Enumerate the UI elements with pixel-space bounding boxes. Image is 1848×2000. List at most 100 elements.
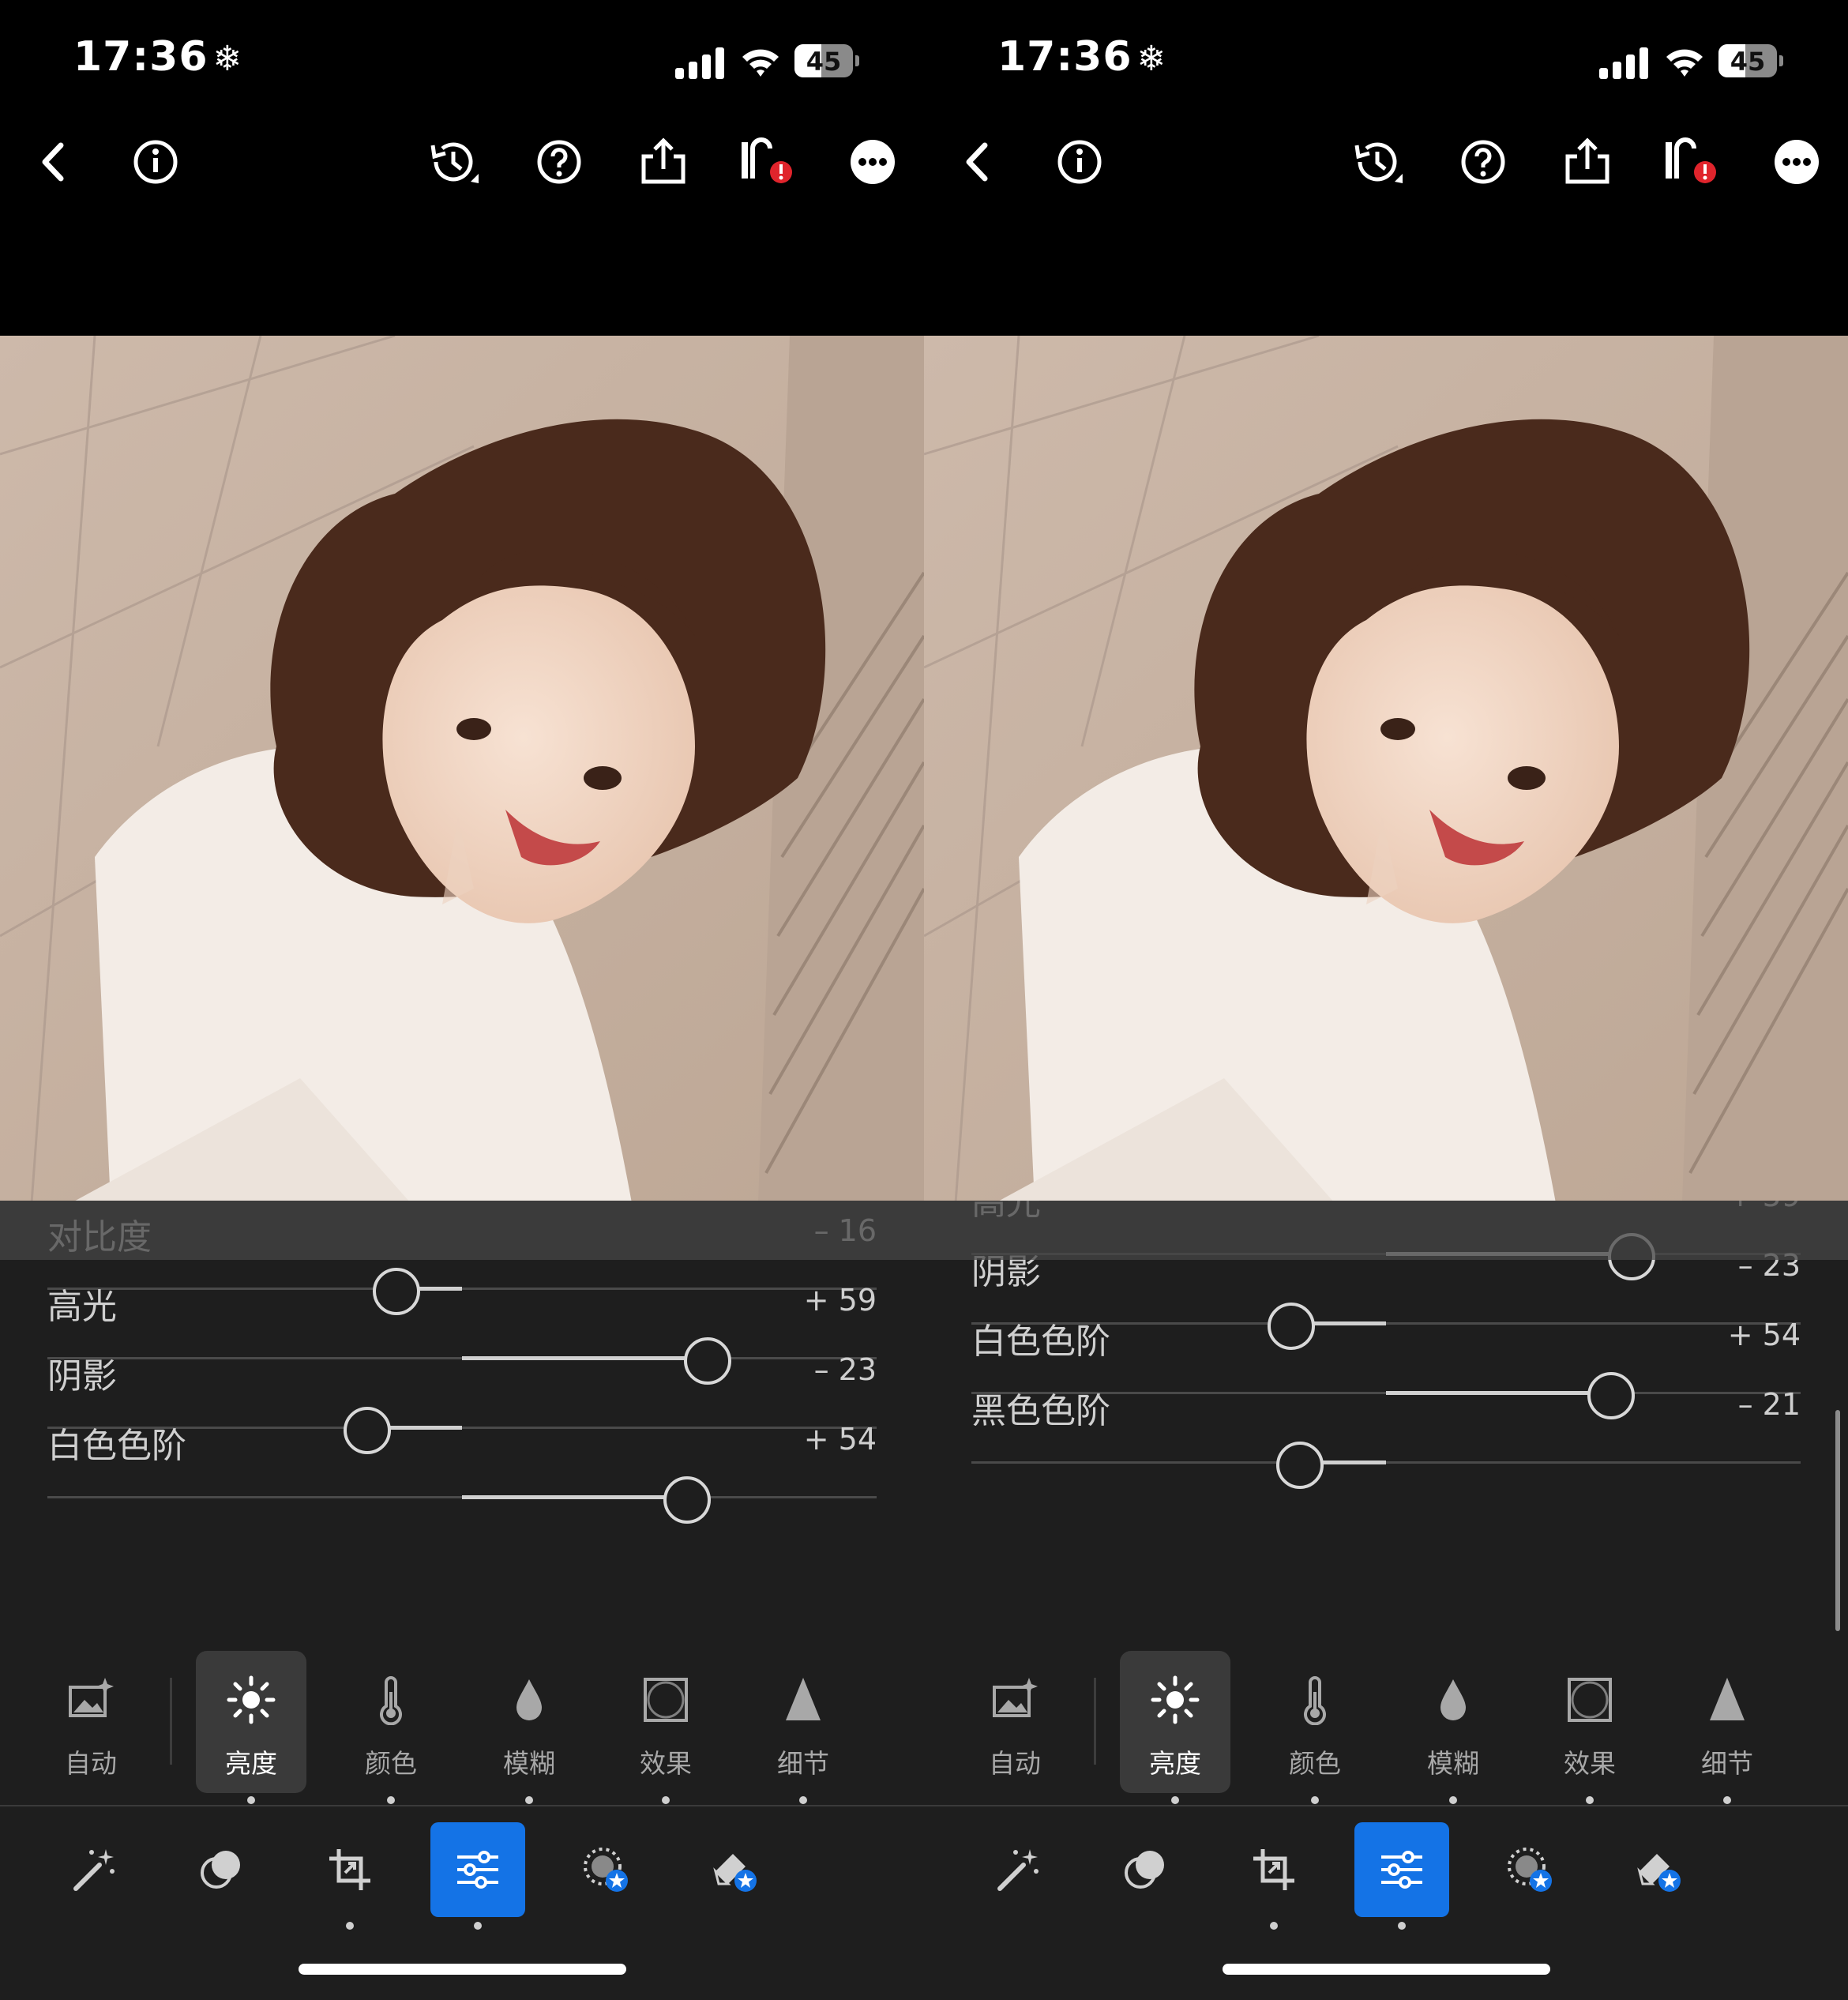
battery-icon: 45 <box>1718 44 1783 77</box>
category-separator <box>1094 1678 1096 1765</box>
detail-icon <box>778 1678 828 1728</box>
battery-level: 45 <box>806 47 842 77</box>
slider-label: 白色色阶 <box>971 1321 1110 1362</box>
category-label: 自动 <box>989 1748 1041 1779</box>
more-icon[interactable] <box>845 134 900 190</box>
category-label: 效果 <box>640 1748 692 1779</box>
help-icon[interactable] <box>1455 134 1511 190</box>
tool-dot <box>1398 1922 1406 1930</box>
masking-button[interactable] <box>1482 1822 1577 1917</box>
category-brightness[interactable]: 亮度 <box>1120 1651 1230 1804</box>
help-icon[interactable] <box>531 134 587 190</box>
category-label: 自动 <box>65 1748 117 1779</box>
auto-fix-button[interactable] <box>970 1822 1065 1917</box>
adjust-sliders-panel: 高光+ 59阴影– 23白色色阶+ 54黑色色阶– 21 <box>924 1201 1848 1643</box>
category-auto[interactable]: 自动 <box>36 1651 146 1793</box>
category-blur[interactable]: 模糊 <box>474 1651 584 1804</box>
tool-dot <box>474 1922 482 1930</box>
battery-icon: 45 <box>794 44 859 77</box>
share-icon[interactable] <box>636 134 691 190</box>
slider-value: + 54 <box>803 1422 877 1457</box>
detail-icon <box>1702 1678 1752 1728</box>
category-brightness[interactable]: 亮度 <box>196 1651 306 1804</box>
slider-d: 黑色色阶 – 21 <box>971 1378 1801 1491</box>
photo-preview[interactable] <box>0 336 924 1203</box>
wifi-icon <box>1665 44 1704 79</box>
category-label: 效果 <box>1564 1748 1616 1779</box>
slider-fill <box>462 1495 686 1499</box>
category-detail[interactable]: 细节 <box>748 1651 858 1804</box>
editor-panel-left: 17:36 ❄ 45 高光 + 59 阴影 – 23 白色色阶 + 54 自动 … <box>0 0 924 2000</box>
category-blur[interactable]: 模糊 <box>1398 1651 1508 1804</box>
slider-track[interactable] <box>971 1461 1801 1464</box>
presets-button[interactable] <box>1098 1822 1193 1917</box>
cellular-signal-icon <box>675 47 724 79</box>
cloud-error-icon[interactable] <box>1662 134 1718 190</box>
more-icon[interactable] <box>1769 134 1824 190</box>
category-label: 细节 <box>777 1748 829 1779</box>
adjust-sliders-panel: 对比度– 16高光+ 59阴影– 23白色色阶+ 54 <box>0 1201 924 1643</box>
adjust-category-bar: 自动 亮度 颜色 模糊 效果 细节 <box>924 1643 1848 1806</box>
slider-d: 白色色阶 + 54 <box>47 1412 877 1526</box>
brightness-icon <box>226 1675 276 1728</box>
category-separator <box>170 1678 172 1765</box>
brightness-icon <box>1150 1675 1200 1728</box>
healing-button[interactable] <box>1611 1822 1706 1917</box>
status-bar: 17:36 ❄ 45 <box>0 0 924 122</box>
slider-label: 阴影 <box>47 1356 117 1397</box>
category-effects[interactable]: 效果 <box>1534 1651 1645 1804</box>
color-icon <box>366 1676 416 1728</box>
category-label: 亮度 <box>225 1748 277 1779</box>
cloud-error-icon[interactable] <box>738 134 794 190</box>
category-label: 模糊 <box>1427 1748 1479 1779</box>
slider-knob[interactable] <box>663 1476 711 1524</box>
status-time-text: 17:36 <box>997 33 1132 81</box>
back-icon[interactable] <box>28 134 83 190</box>
sliders-header-fade <box>0 1201 924 1260</box>
masking-button[interactable] <box>558 1822 653 1917</box>
crop-button[interactable] <box>302 1822 397 1917</box>
category-dot <box>247 1796 255 1804</box>
category-dot <box>1723 1796 1731 1804</box>
category-dot <box>1586 1796 1594 1804</box>
category-detail[interactable]: 细节 <box>1672 1651 1782 1804</box>
category-dot <box>1171 1796 1179 1804</box>
slider-value: + 59 <box>803 1283 877 1318</box>
slider-value: – 23 <box>813 1352 877 1387</box>
category-dot <box>662 1796 670 1804</box>
slider-value: – 21 <box>1737 1387 1801 1422</box>
effects-icon <box>640 1678 691 1728</box>
healing-button[interactable] <box>687 1822 782 1917</box>
snowflake-icon: ❄ <box>1136 39 1167 79</box>
status-time: 17:36 ❄ <box>997 33 1166 81</box>
category-color[interactable]: 颜色 <box>336 1651 446 1804</box>
tool-dot <box>1270 1922 1278 1930</box>
status-time: 17:36 ❄ <box>73 33 242 81</box>
info-icon[interactable] <box>128 134 183 190</box>
category-color[interactable]: 颜色 <box>1260 1651 1370 1804</box>
category-auto[interactable]: 自动 <box>960 1651 1070 1793</box>
back-icon[interactable] <box>952 134 1007 190</box>
history-icon[interactable] <box>425 134 480 190</box>
slider-value: + 54 <box>1727 1318 1801 1352</box>
history-icon[interactable] <box>1349 134 1404 190</box>
category-label: 亮度 <box>1149 1748 1201 1779</box>
slider-knob[interactable] <box>1275 1442 1324 1489</box>
category-effects[interactable]: 效果 <box>610 1651 721 1804</box>
wifi-icon <box>741 44 780 79</box>
presets-button[interactable] <box>174 1822 269 1917</box>
scrollbar[interactable] <box>1835 1410 1840 1631</box>
auto-icon <box>990 1678 1040 1728</box>
info-icon[interactable] <box>1052 134 1107 190</box>
editor-panel-right: 17:36 ❄ 45 阴影 – 23 白色色阶 + 54 黑色色阶 – 21 自… <box>924 0 1848 2000</box>
color-icon <box>1290 1676 1340 1728</box>
category-dot <box>525 1796 533 1804</box>
category-dot <box>387 1796 395 1804</box>
adjust-button[interactable] <box>430 1822 525 1917</box>
cellular-signal-icon <box>1599 47 1648 79</box>
adjust-button[interactable] <box>1354 1822 1449 1917</box>
auto-fix-button[interactable] <box>46 1822 141 1917</box>
share-icon[interactable] <box>1560 134 1615 190</box>
crop-button[interactable] <box>1226 1822 1321 1917</box>
photo-preview[interactable] <box>924 336 1848 1203</box>
